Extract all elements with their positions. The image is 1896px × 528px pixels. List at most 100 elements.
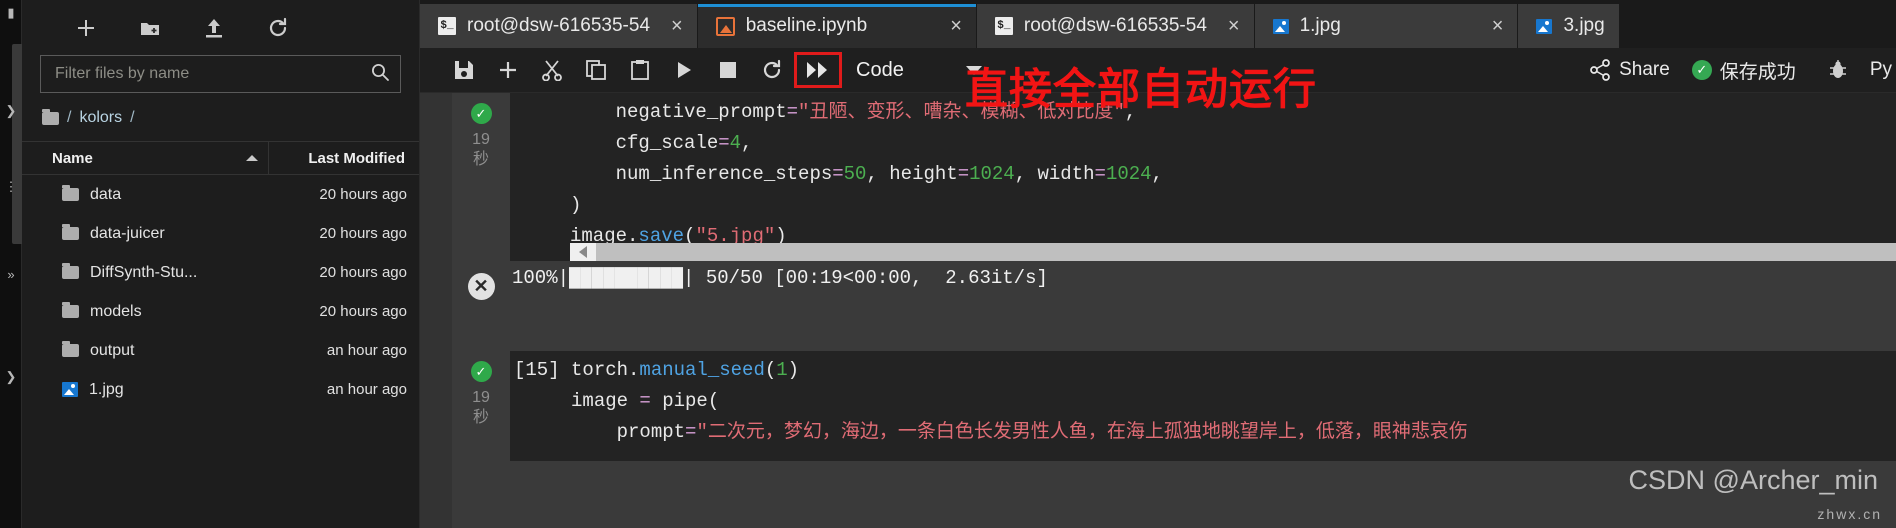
tab-terminal-1[interactable]: $_ root@dsw-616535-54 ×: [420, 4, 698, 48]
file-name: models: [90, 302, 142, 320]
share-button[interactable]: Share: [1589, 59, 1670, 81]
notebook-toolbar: Code Share ✓ 保存成功 Py: [420, 48, 1896, 93]
file-browser-toolbar: [22, 0, 419, 55]
folder-rail-icon[interactable]: ▮: [0, 6, 22, 19]
list-item[interactable]: DiffSynth-Stu... 20 hours ago: [22, 253, 419, 292]
save-status: ✓ 保存成功: [1691, 57, 1796, 84]
tab-image-1jpg[interactable]: 1.jpg ×: [1254, 4, 1519, 48]
toc-rail-icon[interactable]: ❯: [0, 370, 22, 383]
file-modified: an hour ago: [326, 342, 407, 359]
cell-output: ✕ 100%|██████████| 50/50 [00:19<00:00, 2…: [452, 261, 1896, 329]
list-item[interactable]: data-juicer 20 hours ago: [22, 214, 419, 253]
sort-ascending-icon: [246, 155, 258, 161]
close-icon[interactable]: ×: [1492, 15, 1504, 38]
image-icon: [62, 382, 78, 397]
folder-icon: [62, 263, 79, 279]
file-modified: 20 hours ago: [319, 264, 407, 281]
error-x-icon[interactable]: ✕: [467, 273, 495, 300]
notebook-scroll-area[interactable]: ✓ 19 秒 negative_prompt="丑陋、变形、嘈杂、模糊、低对比度"…: [420, 93, 1896, 528]
code-text: [15] torch.manual_seed(1) image = pipe( …: [514, 359, 1468, 443]
close-icon[interactable]: ×: [950, 15, 962, 38]
kernel-label[interactable]: Py: [1870, 59, 1892, 81]
tab-notebook-baseline[interactable]: baseline.ipynb ×: [697, 4, 977, 48]
cell-code-editor[interactable]: [15] torch.manual_seed(1) image = pipe( …: [510, 351, 1896, 461]
file-modified: an hour ago: [326, 381, 407, 398]
file-modified: 20 hours ago: [319, 303, 407, 320]
run-button[interactable]: [662, 52, 706, 88]
progress-output-text: 100%|██████████| 50/50 [00:19<00:00, 2.6…: [512, 267, 1048, 289]
breadcrumb-sep-right: /: [130, 109, 135, 126]
column-header-name[interactable]: Name: [22, 142, 269, 174]
column-header-last-modified[interactable]: Last Modified: [269, 142, 419, 174]
file-modified: 20 hours ago: [319, 186, 407, 203]
list-item[interactable]: models 20 hours ago: [22, 292, 419, 331]
cell-exec-time: 19 秒: [472, 389, 490, 426]
restart-run-all-button[interactable]: [794, 52, 842, 88]
cell-status: ✓ 19 秒: [452, 93, 510, 261]
image-icon: [1272, 18, 1289, 34]
activity-rail: ▮ ❯ ⋮ » ❯: [0, 0, 22, 528]
check-circle-icon: ✓: [470, 103, 492, 124]
file-name: output: [90, 341, 135, 359]
notebook-gutter: [420, 93, 452, 528]
watermark-secondary: zhwx.cn: [1817, 506, 1882, 522]
scroll-left-icon[interactable]: [570, 243, 596, 261]
folder-icon: [62, 224, 79, 240]
tab-label: root@dsw-616535-54: [467, 15, 651, 36]
notebook-cell[interactable]: ✓ 19 秒 negative_prompt="丑陋、变形、嘈杂、模糊、低对比度"…: [452, 93, 1896, 261]
save-status-label: 保存成功: [1719, 61, 1796, 83]
cell-type-label: Code: [856, 58, 904, 81]
restart-button[interactable]: [750, 52, 794, 88]
close-icon[interactable]: ×: [671, 15, 683, 38]
jupyterlab-window: ▮ ❯ ⋮ » ❯ Filter files by name / kolors …: [0, 0, 1896, 528]
breadcrumb-current[interactable]: kolors: [79, 109, 122, 127]
tab-label: baseline.ipynb: [745, 15, 868, 36]
tab-label: 1.jpg: [1299, 15, 1341, 36]
stop-button[interactable]: [706, 52, 750, 88]
cell-type-selector[interactable]: Code: [856, 59, 982, 82]
code-text: negative_prompt="丑陋、变形、嘈杂、模糊、低对比度", cfg_…: [570, 101, 1163, 247]
search-input[interactable]: [55, 65, 370, 83]
commands-rail-icon[interactable]: ⋮: [0, 180, 22, 193]
refresh-icon[interactable]: [266, 16, 290, 40]
insert-cell-button[interactable]: [486, 52, 530, 88]
check-circle-icon: ✓: [470, 361, 492, 382]
notebook-icon: [715, 16, 735, 36]
share-label: Share: [1619, 59, 1670, 80]
file-name: data-juicer: [90, 224, 165, 242]
tab-bar: $_ root@dsw-616535-54 × baseline.ipynb ×…: [420, 0, 1896, 48]
list-item[interactable]: output an hour ago: [22, 331, 419, 370]
extensions-rail-icon[interactable]: »: [0, 268, 22, 281]
save-button[interactable]: [442, 52, 486, 88]
debug-button[interactable]: [1816, 52, 1860, 88]
file-filter-box[interactable]: [40, 55, 401, 93]
main-area: $_ root@dsw-616535-54 × baseline.ipynb ×…: [420, 0, 1896, 528]
bug-icon: [1829, 60, 1846, 78]
horizontal-scrollbar[interactable]: [570, 243, 1896, 261]
close-icon[interactable]: ×: [1228, 15, 1240, 38]
breadcrumb[interactable]: / kolors /: [22, 93, 419, 141]
file-name: DiffSynth-Stu...: [90, 263, 198, 281]
list-item[interactable]: 1.jpg an hour ago: [22, 370, 419, 409]
cell-exec-time: 19 秒: [472, 131, 490, 168]
breadcrumb-sep-left: /: [67, 109, 72, 126]
cell-code-editor[interactable]: negative_prompt="丑陋、变形、嘈杂、模糊、低对比度", cfg_…: [510, 93, 1896, 261]
share-icon: [1590, 59, 1610, 81]
upload-icon[interactable]: [202, 16, 226, 40]
rail-active-indicator: [12, 44, 22, 244]
new-launcher-button[interactable]: [74, 16, 98, 40]
tab-image-3jpg[interactable]: 3.jpg: [1518, 4, 1620, 48]
file-browser-panel: / kolors / Name Last Modified data 20 ho…: [22, 0, 420, 528]
terminal-icon: $_: [438, 17, 456, 35]
paste-button[interactable]: [618, 52, 662, 88]
search-icon: [370, 62, 390, 87]
chevron-down-icon[interactable]: [965, 65, 982, 75]
running-rail-icon[interactable]: ❯: [0, 104, 22, 117]
cut-button[interactable]: [530, 52, 574, 88]
tab-terminal-2[interactable]: $_ root@dsw-616535-54 ×: [976, 4, 1255, 48]
folder-icon: [62, 302, 79, 318]
copy-button[interactable]: [574, 52, 618, 88]
notebook-cell[interactable]: ✓ 19 秒 [15] torch.manual_seed(1) image = …: [452, 351, 1896, 461]
list-item[interactable]: data 20 hours ago: [22, 175, 419, 214]
new-folder-icon[interactable]: [138, 16, 162, 40]
